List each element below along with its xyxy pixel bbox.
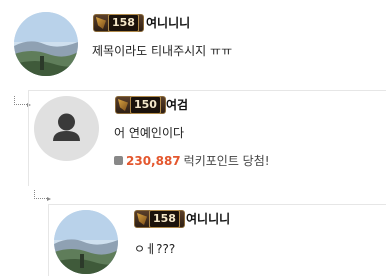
level-number: 158 <box>149 210 180 228</box>
default-user-icon <box>53 113 80 141</box>
comment-2: 150 여검 어 연예인이다 230,887 럭키포인트 당첨! <box>0 90 386 190</box>
level-number: 158 <box>108 14 139 32</box>
level-badge: 158 <box>134 210 185 228</box>
level-wing-icon <box>96 17 106 29</box>
avatar[interactable] <box>34 96 99 161</box>
avatar[interactable] <box>14 12 78 76</box>
level-wing-icon <box>118 99 128 111</box>
reply-arrow-icon <box>34 190 51 201</box>
username[interactable]: 여니니니 <box>146 14 190 31</box>
reward-line: 230,887 럭키포인트 당첨! <box>114 152 270 169</box>
username[interactable]: 여검 <box>166 96 188 113</box>
level-badge: 150 <box>115 96 166 114</box>
level-badge: 158 <box>93 14 144 32</box>
comment-3: 158 여니니니 ㅇㅔ??? <box>0 204 386 275</box>
reward-amount: 230,887 <box>126 153 181 168</box>
comment-text: ㅇㅔ??? <box>134 242 176 256</box>
comment-text: 어 연예인이다 <box>114 126 185 140</box>
point-icon <box>114 156 123 165</box>
comment-text: 제목이라도 티내주시지 ㅠㅠ <box>92 44 233 58</box>
level-wing-icon <box>137 213 147 225</box>
reward-label: 럭키포인트 당첨! <box>183 154 270 168</box>
avatar[interactable] <box>54 210 118 274</box>
username[interactable]: 여니니니 <box>186 210 230 227</box>
level-number: 150 <box>130 96 161 114</box>
comment-1: 158 여니니니 제목이라도 티내주시지 ㅠㅠ <box>0 0 386 90</box>
